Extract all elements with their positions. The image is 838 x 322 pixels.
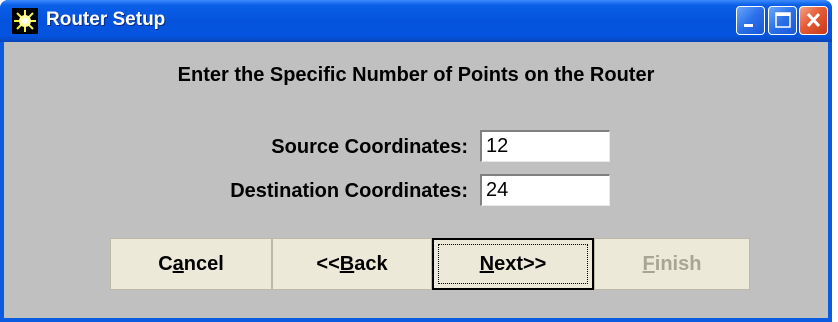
next-button-label: Next>> — [479, 252, 547, 275]
window-title: Router Setup — [46, 9, 166, 30]
minimize-icon — [744, 24, 753, 27]
finish-button-label: Finish — [642, 252, 702, 275]
router-setup-window: Router Setup Enter the Specific Number o… — [0, 0, 832, 322]
next-button[interactable]: Next>> — [432, 238, 594, 290]
finish-button: Finish — [594, 238, 750, 290]
title-bar[interactable]: Router Setup — [0, 0, 832, 42]
close-button[interactable] — [799, 6, 828, 35]
source-coordinates-input[interactable] — [480, 130, 610, 162]
cancel-button-label: Cancel — [158, 252, 224, 275]
cancel-button[interactable]: Cancel — [110, 238, 272, 290]
minimize-button[interactable] — [736, 6, 765, 35]
sun-burst-icon — [12, 8, 38, 34]
close-icon — [806, 12, 821, 28]
destination-coordinates-label: Destination Coordinates: — [230, 180, 468, 202]
back-button[interactable]: <<Back — [272, 238, 432, 290]
destination-coordinates-input[interactable] — [480, 174, 610, 206]
maximize-icon — [775, 12, 791, 28]
dialog-body: Enter the Specific Number of Points on t… — [4, 42, 828, 318]
maximize-button[interactable] — [768, 6, 797, 35]
source-coordinates-label: Source Coordinates: — [271, 136, 468, 158]
back-button-label: <<Back — [316, 252, 388, 275]
instruction-heading: Enter the Specific Number of Points on t… — [177, 64, 655, 86]
